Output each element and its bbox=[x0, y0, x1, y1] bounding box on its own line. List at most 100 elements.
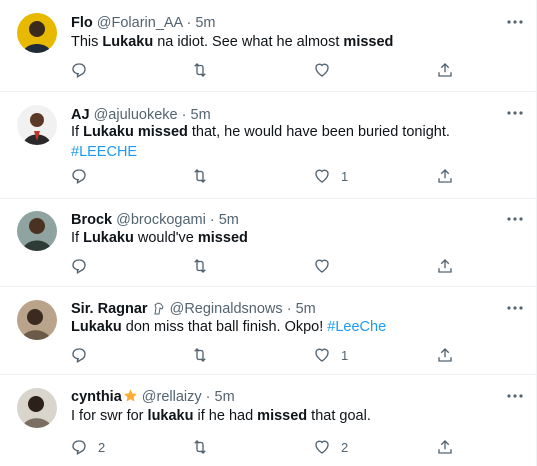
text-run: would've bbox=[133, 230, 198, 246]
text-run-bold: lukaku bbox=[147, 408, 194, 424]
like-button[interactable]: 2 bbox=[313, 437, 348, 457]
tweet-actions: 2 2 bbox=[0, 437, 536, 457]
more-icon[interactable] bbox=[506, 387, 524, 405]
author-handle[interactable]: @brockogami bbox=[116, 212, 206, 228]
share-button[interactable] bbox=[436, 256, 454, 276]
retweet-button[interactable] bbox=[190, 166, 210, 186]
text-run: na idiot. See what he almost bbox=[153, 34, 344, 50]
author-handle[interactable]: @ajuluokeke bbox=[94, 107, 178, 123]
timeline: Flo @Folarin_AA · 5m This Lukaku na idio… bbox=[0, 0, 537, 466]
heart-icon bbox=[315, 169, 329, 183]
more-icon[interactable] bbox=[506, 210, 524, 228]
timestamp[interactable]: 5m bbox=[191, 107, 211, 123]
text-run: that, he would have been buried tonight. bbox=[187, 124, 450, 140]
share-icon bbox=[438, 169, 452, 183]
like-button[interactable] bbox=[313, 256, 341, 276]
avatar[interactable] bbox=[17, 388, 57, 428]
retweet-icon bbox=[194, 63, 206, 77]
hashtag-link[interactable]: #LeeChe bbox=[327, 319, 386, 335]
timestamp[interactable]: 5m bbox=[219, 212, 239, 228]
author-handle[interactable]: @Reginaldsnows bbox=[170, 301, 283, 317]
reply-icon bbox=[72, 259, 86, 274]
tweet-actions: 1 bbox=[0, 166, 536, 186]
author-name[interactable]: Brock bbox=[71, 212, 112, 228]
tweet[interactable]: Flo @Folarin_AA · 5m This Lukaku na idio… bbox=[0, 0, 536, 92]
tweet-text: This Lukaku na idiot. See what he almost… bbox=[71, 32, 506, 52]
reply-icon bbox=[72, 348, 86, 363]
heart-icon bbox=[315, 440, 329, 454]
heart-icon bbox=[315, 259, 329, 273]
share-button[interactable] bbox=[436, 166, 454, 186]
like-count: 1 bbox=[341, 347, 349, 363]
like-count: 1 bbox=[341, 168, 349, 184]
heart-icon bbox=[315, 348, 329, 362]
tweet[interactable]: Sir. Ragnar @Reginaldsnows · 5m Lukaku d… bbox=[0, 287, 536, 375]
reply-icon bbox=[72, 63, 86, 78]
text-run-bold: missed bbox=[257, 408, 308, 424]
like-button[interactable]: 1 bbox=[313, 166, 348, 186]
separator-dot: · bbox=[209, 212, 215, 228]
tweet[interactable]: Brock @brockogami · 5m If Lukaku would'v… bbox=[0, 199, 536, 287]
more-icon[interactable] bbox=[506, 299, 524, 317]
share-button[interactable] bbox=[436, 60, 454, 80]
tweet-actions: 1 bbox=[0, 345, 536, 365]
retweet-button[interactable] bbox=[190, 256, 210, 276]
timestamp[interactable]: 5m bbox=[195, 15, 215, 31]
text-run-bold: missed bbox=[197, 230, 248, 246]
reply-count: 2 bbox=[98, 439, 106, 455]
more-icon[interactable] bbox=[506, 104, 524, 122]
text-run-bold: Lukaku bbox=[71, 319, 122, 335]
text-run-bold: Lukaku bbox=[83, 124, 134, 140]
tweet-actions bbox=[0, 256, 536, 276]
tweet-header: Brock @brockogami · 5m bbox=[71, 211, 496, 229]
author-name[interactable]: Flo bbox=[71, 15, 93, 31]
timestamp[interactable]: 5m bbox=[296, 301, 316, 317]
tweet[interactable]: AJ @ajuluokeke · 5m If Lukaku missed tha… bbox=[0, 92, 536, 199]
share-button[interactable] bbox=[436, 345, 454, 365]
timestamp[interactable]: 5m bbox=[215, 389, 235, 405]
text-run-bold: Lukaku bbox=[83, 230, 134, 246]
reply-button[interactable]: 2 bbox=[70, 437, 105, 457]
retweet-icon bbox=[194, 169, 206, 183]
avatar[interactable] bbox=[17, 105, 57, 145]
tweet-text: If Lukaku missed that, he would have bee… bbox=[71, 122, 506, 162]
heart-icon bbox=[315, 63, 329, 77]
text-run-bold: Lukaku bbox=[102, 34, 154, 50]
text-run: if he had bbox=[193, 408, 258, 424]
tweet[interactable]: cynthia @rellaizy · 5m I for swr for luk… bbox=[0, 375, 536, 466]
avatar[interactable] bbox=[17, 211, 57, 251]
reply-button[interactable] bbox=[70, 345, 88, 365]
author-handle[interactable]: @rellaizy bbox=[142, 389, 202, 405]
author-handle[interactable]: @Folarin_AA bbox=[97, 15, 183, 31]
reply-button[interactable] bbox=[70, 166, 88, 186]
avatar[interactable] bbox=[17, 300, 57, 340]
author-name[interactable]: cynthia bbox=[71, 389, 122, 405]
like-button[interactable] bbox=[313, 60, 341, 80]
separator-dot: · bbox=[205, 389, 211, 405]
share-icon bbox=[438, 63, 452, 77]
text-run: I for swr for bbox=[71, 408, 148, 424]
reply-button[interactable] bbox=[70, 60, 88, 80]
more-icon[interactable] bbox=[506, 13, 524, 31]
text-run-bold: missed bbox=[137, 124, 188, 140]
retweet-icon bbox=[194, 440, 206, 454]
like-button[interactable]: 1 bbox=[313, 345, 348, 365]
reply-button[interactable] bbox=[70, 256, 88, 276]
text-run: If bbox=[71, 124, 84, 140]
tweet-text: Lukaku don miss that ball finish. Okpo! … bbox=[71, 317, 506, 337]
hashtag-link[interactable]: #LEECHE bbox=[71, 144, 137, 160]
tweet-actions bbox=[0, 60, 536, 80]
avatar[interactable] bbox=[17, 13, 57, 53]
retweet-button[interactable] bbox=[190, 437, 210, 457]
retweet-button[interactable] bbox=[190, 60, 210, 80]
author-name[interactable]: Sir. Ragnar bbox=[71, 301, 148, 317]
retweet-icon bbox=[194, 259, 206, 273]
author-name[interactable]: AJ bbox=[71, 107, 90, 123]
share-button[interactable] bbox=[436, 437, 454, 457]
share-icon bbox=[438, 440, 452, 454]
separator-dot: · bbox=[181, 107, 187, 123]
separator-dot: · bbox=[286, 301, 292, 317]
reply-icon bbox=[72, 440, 86, 455]
retweet-button[interactable] bbox=[190, 345, 210, 365]
tweet-header: Sir. Ragnar @Reginaldsnows · 5m bbox=[71, 300, 496, 318]
